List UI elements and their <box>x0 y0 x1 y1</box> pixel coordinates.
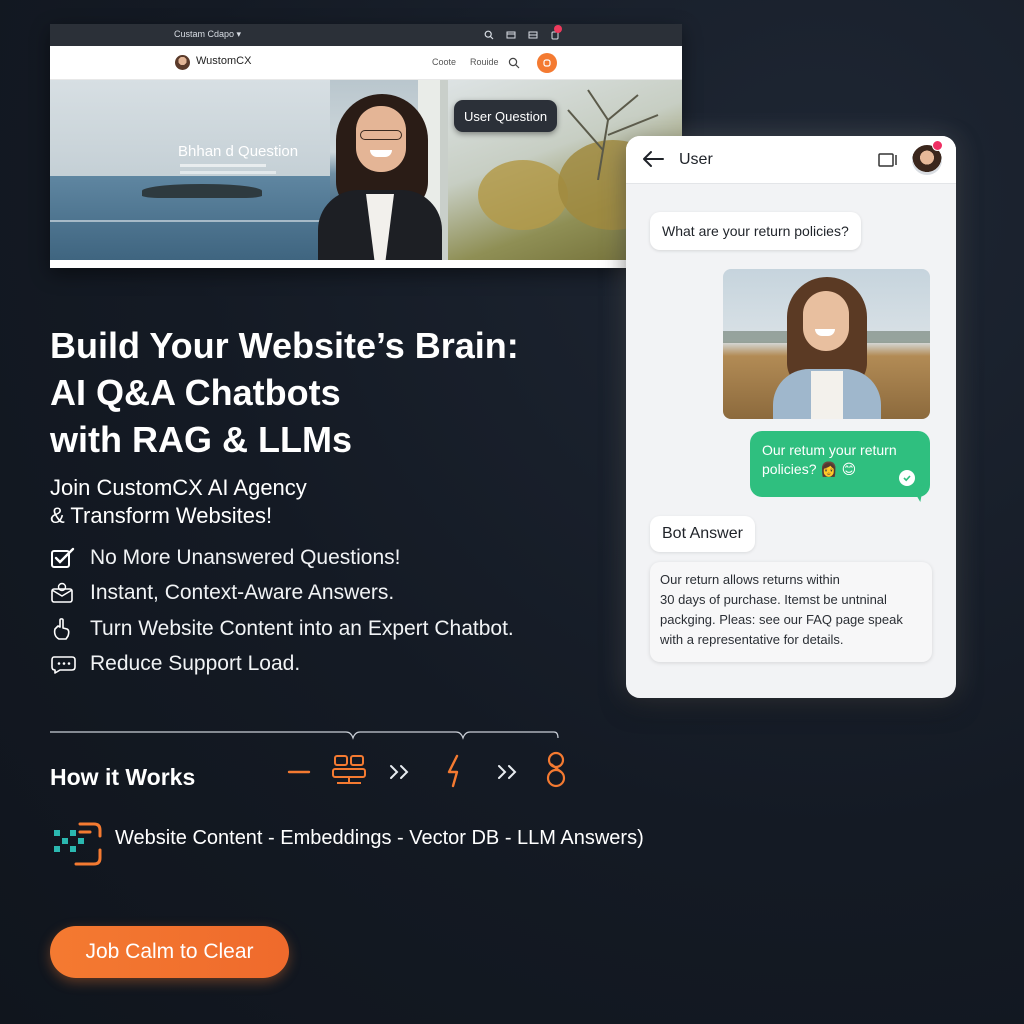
hand-pointer-icon <box>50 616 80 642</box>
feature-item: No More Unanswered Questions! <box>50 543 400 573</box>
window-icon[interactable] <box>504 28 518 42</box>
headline-line: Build Your Website’s Brain: <box>50 325 519 366</box>
hero-heading: Bhhan d Question <box>178 143 299 160</box>
user-reply-line: Our retum your return <box>762 442 897 458</box>
feature-text: Instant, Context-Aware Answers. <box>90 581 395 604</box>
page-subheadline: Join CustomCX AI Agency & Transform Webs… <box>50 474 307 530</box>
message-box-icon <box>50 580 80 606</box>
search-icon[interactable] <box>482 28 496 42</box>
user-question-tag: User Question <box>454 100 558 132</box>
feature-text: Turn Website Content into an Expert Chat… <box>90 617 514 640</box>
chat-title: User <box>679 151 713 168</box>
flow-steps <box>287 751 566 788</box>
cta-button[interactable]: Job Calm to Clear <box>50 926 289 978</box>
lightning-icon <box>447 754 459 788</box>
bot-answer-label: Bot Answer <box>650 516 755 552</box>
feature-item: Reduce Support Load. <box>50 649 300 679</box>
notification-dot <box>932 140 943 151</box>
feature-text: Reduce Support Load. <box>90 652 301 675</box>
feature-text: No More Unanswered Questions! <box>90 546 401 569</box>
browser-toolbar: Custam Cdapo ▾ <box>50 24 682 46</box>
nav-user-icon[interactable] <box>537 53 557 73</box>
photo-face <box>803 291 849 351</box>
bot-answer-line: with a representative for details. <box>660 632 844 647</box>
bot-answer-line: 30 days of purchase. Itemst be untninal <box>660 592 887 607</box>
hero-island <box>142 184 262 198</box>
brain-icon <box>546 751 566 788</box>
website-mockup: Custam Cdapo ▾ WustomCX Coote Rouide Bhh… <box>50 24 682 268</box>
site-navbar: WustomCX Coote Rouide <box>50 46 682 80</box>
bot-answer-line: Our return allows returns within <box>660 572 840 587</box>
page-headline: Build Your Website’s Brain: AI Q&A Chatb… <box>50 322 519 463</box>
portrait-glasses <box>360 130 402 140</box>
flow-connector-lines <box>50 731 559 740</box>
site-name[interactable]: WustomCX <box>196 55 251 67</box>
nav-link-1[interactable]: Coote <box>432 57 456 67</box>
hero-subtext-line <box>180 164 266 167</box>
chevrons-icon <box>390 765 409 779</box>
bot-answer-bubble: Our return allows returns within 30 days… <box>650 562 932 662</box>
hero-subtext-line <box>180 171 276 174</box>
bot-answer-line: packging. Pleas: see our FAQ page speak <box>660 612 903 627</box>
chat-window: User What are your return policies? Our … <box>626 136 956 698</box>
pipeline-icon <box>54 822 102 866</box>
feature-item: Turn Website Content into an Expert Chat… <box>50 614 514 644</box>
chevrons-icon <box>498 765 517 779</box>
website-hero-image: Bhhan d Question <box>50 80 682 260</box>
back-arrow-icon[interactable] <box>642 150 664 173</box>
woman-portrait <box>318 94 442 260</box>
user-reply-bubble: Our retum your return policies? 👩 😊 <box>750 431 930 497</box>
headline-line: with RAG & LLMs <box>50 419 352 460</box>
photo-inner-shirt <box>811 371 843 419</box>
chat-header: User <box>626 136 956 184</box>
user-reply-line: policies? 👩 😊 <box>762 461 857 477</box>
pipeline-description: Website Content - Embeddings - Vector DB… <box>115 827 644 849</box>
video-call-icon[interactable] <box>878 152 898 173</box>
nav-link-2[interactable]: Rouide <box>470 57 499 67</box>
portrait-smile <box>370 150 392 157</box>
feature-item: Instant, Context-Aware Answers. <box>50 578 394 608</box>
subheadline-line: & Transform Websites! <box>50 503 273 528</box>
checkbox-icon <box>50 545 80 571</box>
user-question-bubble: What are your return policies? <box>650 212 861 250</box>
user-photo-message[interactable] <box>723 269 930 419</box>
headline-line: AI Q&A Chatbots <box>50 372 341 413</box>
browser-toolbar-icons <box>482 28 562 42</box>
subheadline-line: Join CustomCX AI Agency <box>50 475 307 500</box>
chat-bubble-icon <box>50 651 80 677</box>
layers-icon <box>332 755 366 784</box>
woman-photo <box>767 277 887 419</box>
browser-tab-title[interactable]: Custam Cdapo ▾ <box>174 29 241 40</box>
tabs-icon[interactable] <box>526 28 540 42</box>
site-logo-avatar[interactable] <box>175 55 190 70</box>
how-it-works-title: How it Works <box>50 764 196 790</box>
notification-dot <box>554 25 562 33</box>
nav-search-icon[interactable] <box>508 56 520 74</box>
read-check-icon <box>899 470 915 486</box>
